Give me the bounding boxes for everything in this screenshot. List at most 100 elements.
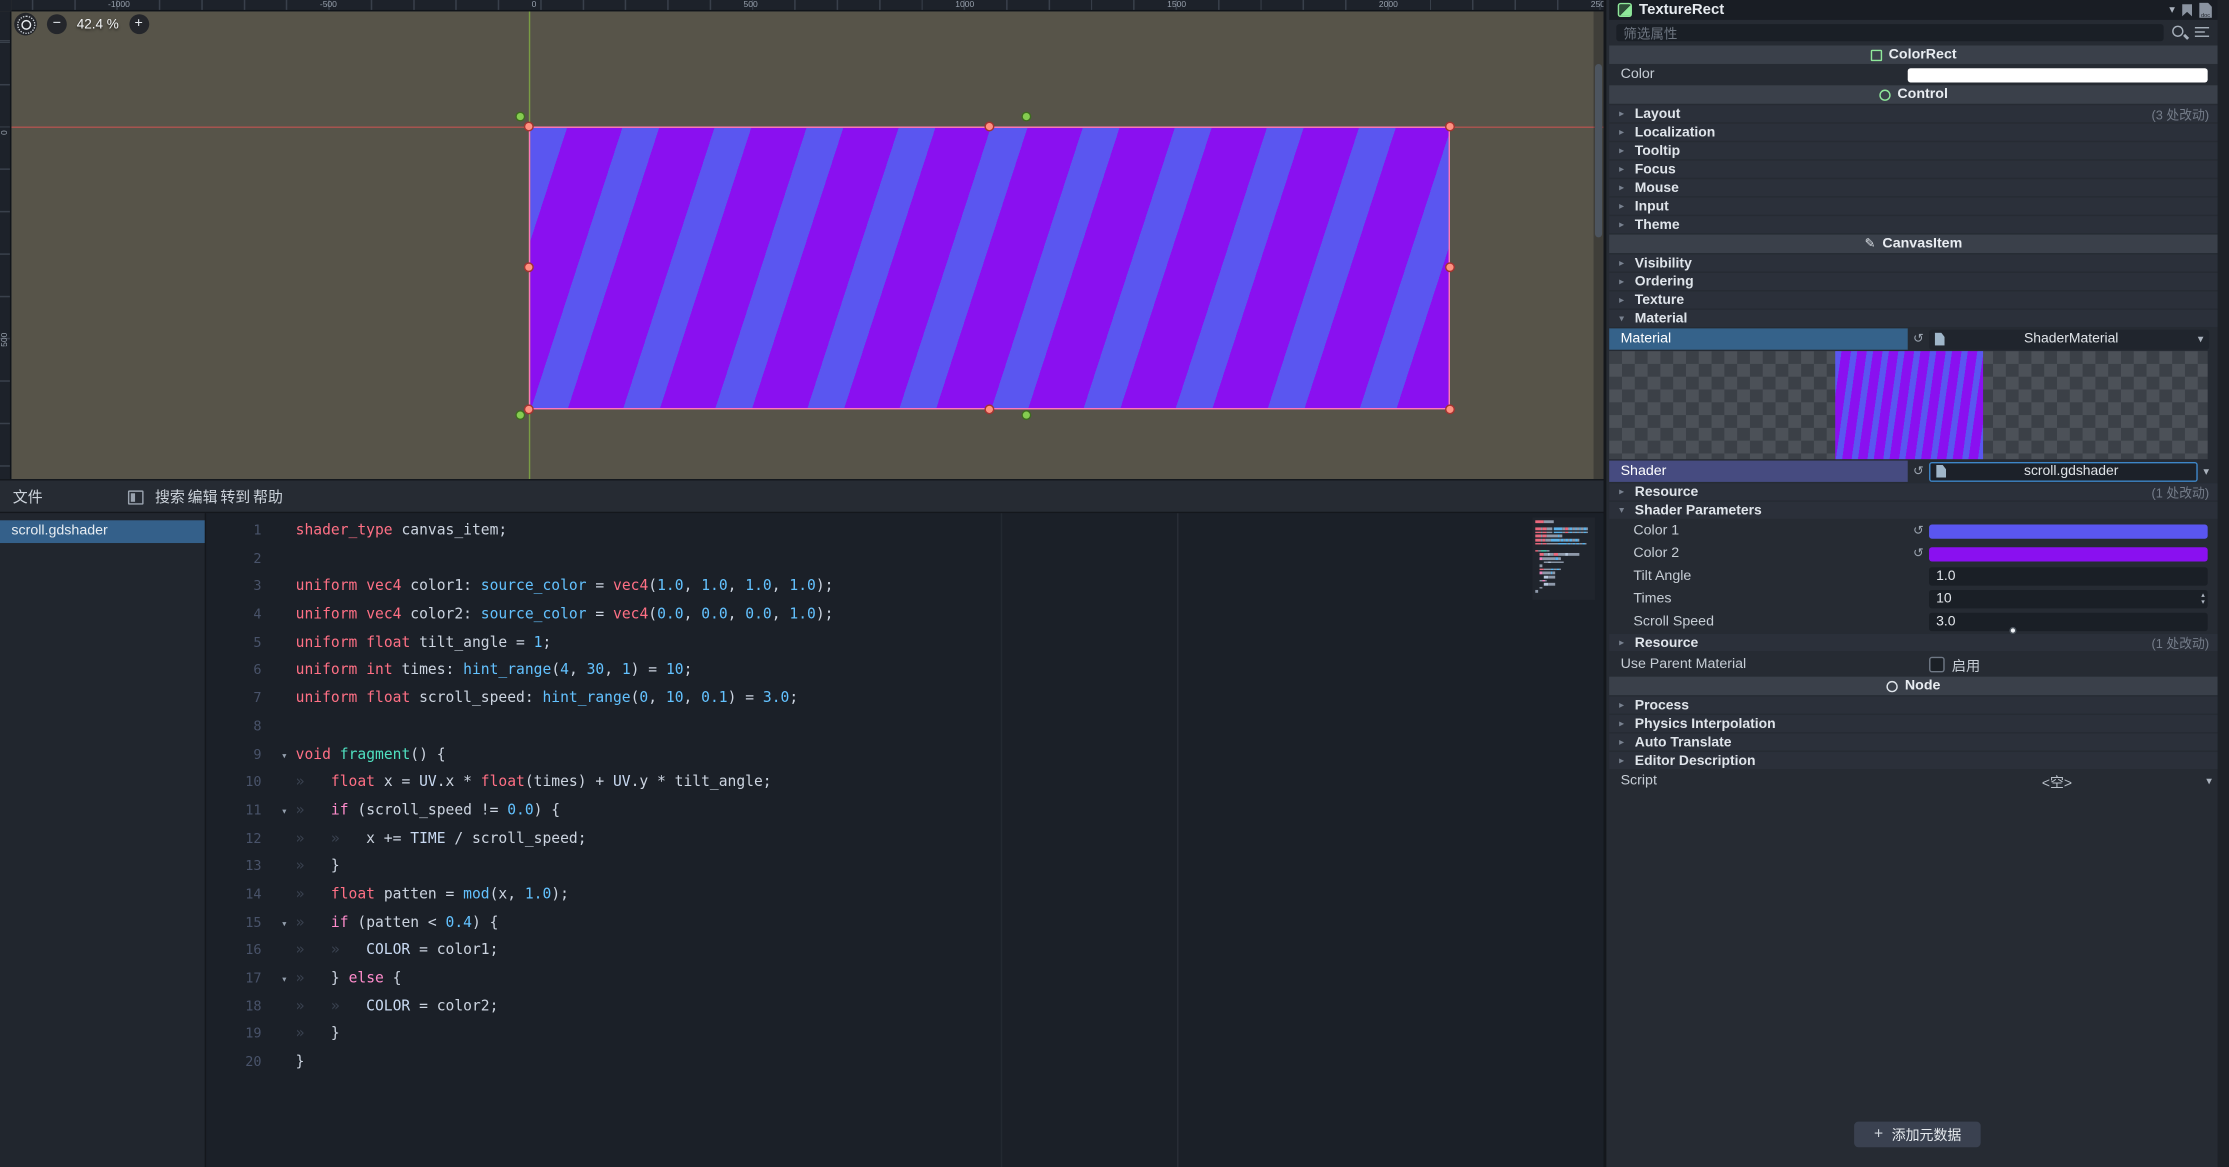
group-mouse[interactable]: Mouse xyxy=(1609,179,2217,196)
anchor-marker[interactable] xyxy=(515,112,525,122)
code-line[interactable]: 5uniform float tilt_angle = 1; xyxy=(208,629,1604,657)
code-line[interactable]: 3uniform vec4 color1: source_color = vec… xyxy=(208,573,1604,601)
inspector-scrollbar[interactable] xyxy=(2218,0,2229,1167)
anchor-marker[interactable] xyxy=(515,410,525,420)
chevron-down-icon[interactable] xyxy=(2169,4,2175,15)
code-line[interactable]: 8 xyxy=(208,713,1604,741)
code-line[interactable]: 13} xyxy=(208,853,1604,881)
group-editor-description[interactable]: Editor Description xyxy=(1609,752,2217,769)
code-editor[interactable]: 1shader_type canvas_item;23uniform vec4 … xyxy=(208,513,1604,1167)
code-line[interactable]: 15if (patten < 0.4) { xyxy=(208,909,1604,937)
color-picker-swatch[interactable] xyxy=(1908,68,2208,82)
code-line[interactable]: 18COLOR = color2; xyxy=(208,993,1604,1021)
code-line[interactable]: 14float patten = mod(x, 1.0); xyxy=(208,881,1604,909)
anchor-marker[interactable] xyxy=(1021,410,1031,420)
zoom-level[interactable]: 42.4 % xyxy=(77,16,119,32)
anchor-marker[interactable] xyxy=(1021,112,1031,122)
shader-list-toggle-icon[interactable] xyxy=(128,490,144,504)
color-swatch[interactable] xyxy=(1929,547,2208,561)
group-ordering[interactable]: Ordering xyxy=(1609,273,2217,290)
fold-arrow-icon[interactable] xyxy=(273,965,296,993)
minimap[interactable] xyxy=(1532,517,1595,599)
value-field[interactable]: 3.0 xyxy=(1929,613,2208,631)
view-menu-icon[interactable] xyxy=(14,13,37,36)
code-line[interactable]: 10float x = UV.x * float(times) + UV.y *… xyxy=(208,769,1604,797)
group-focus[interactable]: Focus xyxy=(1609,161,2217,178)
search-icon[interactable] xyxy=(2171,23,2188,40)
spinner-arrows[interactable] xyxy=(2201,590,2205,608)
shader-resource-field[interactable]: scroll.gdshader xyxy=(1929,461,2198,481)
slider-grabber[interactable] xyxy=(2009,627,2016,634)
menu-help[interactable]: 帮助 xyxy=(249,480,287,514)
code-line[interactable]: 7uniform float scroll_speed: hint_range(… xyxy=(208,685,1604,713)
file-item-selected[interactable]: scroll.gdshader xyxy=(0,520,205,543)
inspector-node-header[interactable]: TextureRect doc xyxy=(1609,0,2217,20)
resize-handle[interactable] xyxy=(524,404,534,414)
spin-down-icon[interactable] xyxy=(2201,599,2205,605)
revert-icon[interactable] xyxy=(1908,331,1929,347)
resize-handle[interactable] xyxy=(984,122,994,132)
viewport-scrollbar-thumb[interactable] xyxy=(1595,64,1602,237)
history-icon[interactable] xyxy=(2182,4,2192,17)
group-layout[interactable]: Layout(3 处改动) xyxy=(1609,105,2217,122)
canvas-viewport[interactable]: -1000-50005001000150020002500 0500 42.4 … xyxy=(0,0,1604,479)
revert-icon[interactable] xyxy=(1908,523,1929,539)
resize-handle[interactable] xyxy=(984,404,994,414)
chevron-down-icon[interactable] xyxy=(2198,466,2215,477)
code-line[interactable]: 4uniform vec4 color2: source_color = vec… xyxy=(208,601,1604,629)
add-metadata-button[interactable]: 添加元数据 xyxy=(1854,1122,1981,1148)
viewport-scrollbar[interactable] xyxy=(1594,11,1604,479)
code-line[interactable]: 12x += TIME / scroll_speed; xyxy=(208,825,1604,853)
resize-handle[interactable] xyxy=(1445,404,1455,414)
code-line[interactable]: 17} else { xyxy=(208,965,1604,993)
ruler-vertical[interactable]: 0500 xyxy=(0,11,11,479)
group-localization[interactable]: Localization xyxy=(1609,124,2217,141)
group-material[interactable]: Material xyxy=(1609,310,2217,327)
resize-handle[interactable] xyxy=(524,122,534,132)
code-line[interactable]: 16COLOR = color1; xyxy=(208,937,1604,965)
group-label: Physics Interpolation xyxy=(1635,716,1776,732)
resize-handle[interactable] xyxy=(1445,122,1455,132)
zoom-out-button[interactable] xyxy=(47,14,67,34)
script-value-dropdown[interactable]: <空> xyxy=(1908,771,2212,791)
group-input[interactable]: Input xyxy=(1609,198,2217,215)
code-line[interactable]: 2 xyxy=(208,545,1604,573)
group-auto-translate[interactable]: Auto Translate xyxy=(1609,734,2217,751)
group-process[interactable]: Process xyxy=(1609,697,2217,714)
resize-handle[interactable] xyxy=(1445,262,1455,272)
code-line[interactable]: 11if (scroll_speed != 0.0) { xyxy=(208,797,1604,825)
fold-arrow-icon[interactable] xyxy=(273,741,296,769)
ruler-horizontal[interactable]: -1000-50005001000150020002500 xyxy=(11,0,1603,11)
group-resource-1[interactable]: Resource (1 处改动) xyxy=(1609,483,2217,500)
zoom-in-button[interactable] xyxy=(129,14,149,34)
use-parent-material-checkbox[interactable] xyxy=(1929,656,1945,672)
fold-arrow-icon[interactable] xyxy=(273,797,296,825)
revert-icon[interactable] xyxy=(1908,546,1929,562)
code-line[interactable]: 1shader_type canvas_item; xyxy=(208,517,1604,545)
code-line[interactable]: 19} xyxy=(208,1021,1604,1049)
filter-properties-input[interactable]: 筛选属性 xyxy=(1616,23,2163,40)
group-theme[interactable]: Theme xyxy=(1609,216,2217,233)
group-tooltip[interactable]: Tooltip xyxy=(1609,142,2217,159)
fold-arrow-icon[interactable] xyxy=(273,909,296,937)
code-line[interactable]: 9void fragment() { xyxy=(208,741,1604,769)
group-shader-parameters[interactable]: Shader Parameters xyxy=(1609,502,2217,519)
code-line[interactable]: 20} xyxy=(208,1049,1604,1077)
color-swatch[interactable] xyxy=(1929,524,2208,538)
value-field[interactable]: 10 xyxy=(1929,590,2208,608)
group-texture[interactable]: Texture xyxy=(1609,291,2217,308)
menu-file[interactable]: 文件 xyxy=(9,480,47,514)
group-resource-2[interactable]: Resource (1 处改动) xyxy=(1609,634,2217,651)
code-line[interactable]: 6uniform int times: hint_range(4, 30, 1)… xyxy=(208,657,1604,685)
filter-options-icon[interactable] xyxy=(2195,24,2211,40)
revert-icon[interactable] xyxy=(1908,463,1929,479)
material-resource-dropdown[interactable]: ShaderMaterial xyxy=(1929,329,2209,349)
group-visibility[interactable]: Visibility xyxy=(1609,254,2217,271)
value-field[interactable]: 1.0 xyxy=(1929,567,2208,585)
doc-icon[interactable]: doc xyxy=(2199,2,2212,18)
group-physics-interpolation[interactable]: Physics Interpolation xyxy=(1609,715,2217,732)
add-metadata-label: 添加元数据 xyxy=(1892,1124,1962,1144)
colorrect-node[interactable] xyxy=(529,127,1450,410)
resize-handle[interactable] xyxy=(524,262,534,272)
material-preview[interactable] xyxy=(1609,351,2207,459)
